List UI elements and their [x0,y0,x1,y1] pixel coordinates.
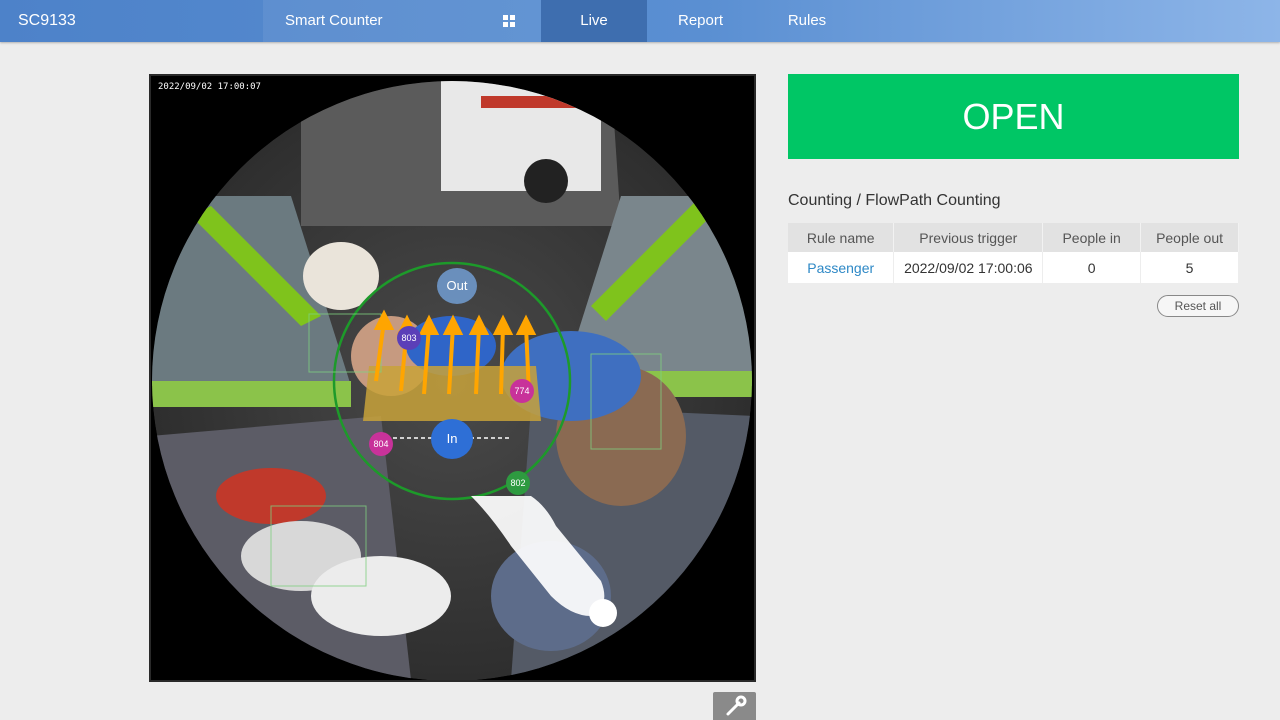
tab-report[interactable]: Report [647,0,754,42]
tab-rules[interactable]: Rules [754,0,860,42]
track-id-badge: 804 [369,432,393,456]
top-navigation-bar: SC9133 Smart Counter Live Report Rules [0,0,1280,42]
track-id-badge: 802 [506,471,530,495]
app-switcher[interactable]: Smart Counter [263,0,541,42]
door-status-indicator: OPEN [788,74,1239,159]
grid-icon[interactable] [503,15,515,27]
column-header-rule-name: Rule name [788,223,895,252]
video-timestamp: 2022/09/02 17:00:07 [158,82,261,92]
table-row: Passenger 2022/09/02 17:00:06 0 5 [788,252,1239,283]
live-video-panel[interactable]: Out In 803 774 804 802 2022/09/02 17:00:… [149,74,756,682]
track-id-badge: 803 [397,326,421,350]
out-zone-label: Out [437,268,477,304]
reset-all-button[interactable]: Reset all [1157,295,1239,317]
column-header-previous-trigger: Previous trigger [893,223,1044,252]
fisheye-video-frame [152,81,752,680]
app-name: Smart Counter [285,12,383,29]
people-out-cell: 5 [1140,252,1239,283]
counting-table: Rule name Previous trigger People in Peo… [788,223,1239,283]
track-id-badge: 774 [510,379,534,403]
counting-section-title: Counting / FlowPath Counting [788,192,1001,209]
column-header-people-out: People out [1140,223,1239,252]
column-header-people-in: People in [1042,223,1142,252]
device-name: SC9133 [18,12,76,29]
in-zone-label: In [431,419,473,459]
previous-trigger-cell: 2022/09/02 17:00:06 [893,252,1044,283]
wrench-icon[interactable] [713,692,756,720]
people-in-cell: 0 [1042,252,1142,283]
tab-live[interactable]: Live [541,0,647,42]
rule-name-link[interactable]: Passenger [788,252,895,283]
